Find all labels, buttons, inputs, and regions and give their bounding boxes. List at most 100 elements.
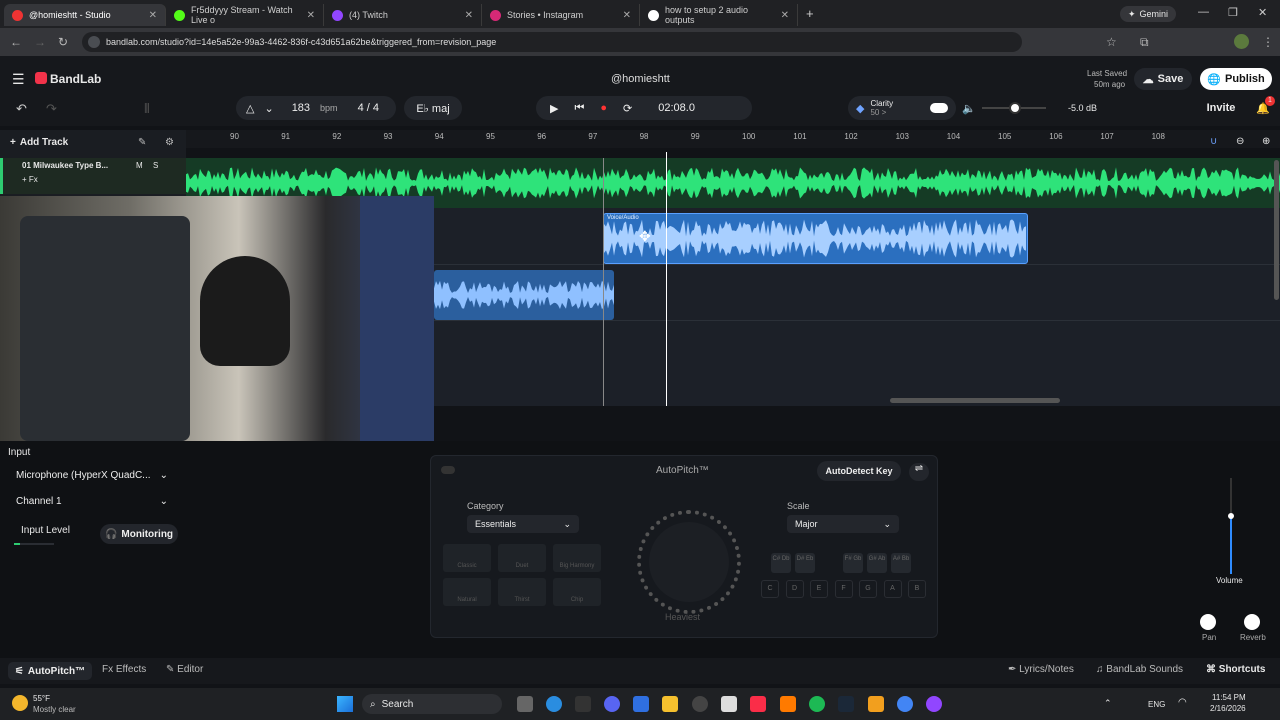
zoom-out-icon[interactable]: ⊖ <box>1236 136 1244 147</box>
language-indicator[interactable]: ENG <box>1148 700 1165 709</box>
epic-games-icon[interactable] <box>575 696 591 712</box>
spotify-icon[interactable] <box>809 696 825 712</box>
key-button[interactable]: C <box>761 580 779 598</box>
key-button[interactable]: D# Eb <box>795 553 815 573</box>
tab-google[interactable]: how to setup 2 audio outputs ✕ <box>640 4 798 26</box>
back-icon[interactable]: ← <box>10 35 22 49</box>
twitch-app-icon[interactable] <box>926 696 942 712</box>
key-button[interactable]: B <box>908 580 926 598</box>
clarity-toggle[interactable] <box>930 103 948 113</box>
key-button[interactable]: G# Ab <box>867 553 887 573</box>
master-volume-slider[interactable] <box>982 102 1046 114</box>
scale-select[interactable]: Major ⌄ <box>787 515 899 533</box>
clarity-control[interactable]: ◆ Clarity 50 > <box>848 96 956 120</box>
autopitch-toggle[interactable] <box>441 466 455 474</box>
profile-avatar[interactable] <box>1234 34 1249 49</box>
intensity-knob[interactable] <box>637 510 741 614</box>
pan-knob[interactable] <box>1200 614 1216 630</box>
timeline-ruler[interactable]: 90 91 92 93 94 95 96 97 98 99 100 101 102 103 104 105 10… <box>186 130 1280 148</box>
tray-chevron-icon[interactable]: ⌃ <box>1104 698 1112 709</box>
effect-preset-duet[interactable]: Duet <box>498 544 546 572</box>
calculator-icon[interactable] <box>721 696 737 712</box>
extensions-icon[interactable]: ⧉ <box>1140 35 1149 50</box>
record-icon[interactable]: ● <box>600 102 607 114</box>
effect-preset-big-harmony[interactable]: Big Harmony <box>553 544 601 572</box>
effect-preset-chip[interactable]: Chip <box>553 578 601 606</box>
metronome-icon[interactable]: △ <box>246 102 254 115</box>
reverb-knob[interactable] <box>1244 614 1260 630</box>
magnet-icon[interactable]: ∪ <box>1210 136 1217 147</box>
chevron-down-icon[interactable]: ⌄ <box>264 102 273 115</box>
key-button[interactable]: G <box>859 580 877 598</box>
weather-icon[interactable] <box>12 695 28 711</box>
key-button[interactable]: E <box>810 580 828 598</box>
key-button[interactable]: C# Db <box>771 553 791 573</box>
forward-icon[interactable]: → <box>34 35 46 49</box>
minimize-button[interactable]: — <box>1198 6 1209 18</box>
close-icon[interactable]: ✕ <box>465 10 473 21</box>
channel-select[interactable]: Channel 1 ⌄ <box>10 491 176 511</box>
windows-start-icon[interactable] <box>337 696 353 712</box>
save-button[interactable]: ☁ Save <box>1134 68 1192 90</box>
app-icon[interactable] <box>633 696 649 712</box>
slider-thumb[interactable] <box>1009 102 1021 114</box>
tab-effects[interactable]: Fx Effects <box>102 664 146 675</box>
close-icon[interactable]: ✕ <box>781 10 789 21</box>
tab-autopitch[interactable]: ⚟ AutoPitch™ <box>8 662 92 680</box>
volume-fader[interactable] <box>1228 478 1234 574</box>
loop-icon[interactable]: ⟳ <box>623 102 632 115</box>
key-button[interactable]: F <box>834 580 853 598</box>
monitoring-button[interactable]: 🎧 Monitoring <box>100 524 178 544</box>
settings-app-icon[interactable] <box>692 696 708 712</box>
category-select[interactable]: Essentials ⌄ <box>467 515 579 533</box>
discord-icon[interactable] <box>604 696 620 712</box>
wifi-icon[interactable]: ◠ <box>1178 697 1187 708</box>
url-field[interactable]: bandlab.com/studio?id=14e5a52e-99a3-4462… <box>82 32 1022 52</box>
effect-preset-classic[interactable]: Classic <box>443 544 491 572</box>
soundcloud-icon[interactable] <box>780 696 796 712</box>
publish-button[interactable]: 🌐 Publish <box>1200 68 1272 90</box>
clock-time[interactable]: 11:54 PM <box>1212 693 1246 702</box>
close-icon[interactable]: ✕ <box>149 10 157 21</box>
gemini-button[interactable]: ✦ Gemini <box>1120 6 1177 22</box>
horizontal-scrollbar[interactable] <box>890 398 1060 403</box>
key-button[interactable]: A# Bb <box>891 553 911 573</box>
key-selector[interactable]: E♭ maj <box>404 96 462 120</box>
file-explorer-icon[interactable] <box>662 696 678 712</box>
hamburger-icon[interactable]: ☰ <box>12 71 25 88</box>
effect-preset-natural[interactable]: Natural <box>443 578 491 606</box>
fl-studio-icon[interactable] <box>868 696 884 712</box>
menu-icon[interactable]: ⋮ <box>1262 35 1274 49</box>
maximize-button[interactable]: ❐ <box>1228 6 1238 19</box>
close-icon[interactable]: ✕ <box>307 10 315 21</box>
mute-button[interactable]: M <box>136 161 143 170</box>
close-icon[interactable]: ✕ <box>623 10 631 21</box>
chrome-icon[interactable] <box>897 696 913 712</box>
clock-date[interactable]: 2/16/2026 <box>1210 704 1246 713</box>
undo-icon[interactable]: ↶ <box>16 101 27 117</box>
tab-studio[interactable]: @homieshtt - Studio ✕ <box>4 4 166 26</box>
steam-icon[interactable] <box>838 696 854 712</box>
close-window-button[interactable]: ✕ <box>1258 6 1267 19</box>
track-1-name[interactable]: 01 Milwaukee Type B... <box>22 161 108 170</box>
taskbar-search[interactable]: ⌕ Search <box>362 694 502 714</box>
star-icon[interactable]: ☆ <box>1106 35 1117 49</box>
playhead[interactable] <box>666 152 667 406</box>
key-button[interactable]: D <box>785 580 804 598</box>
new-tab-button[interactable]: + <box>806 6 814 21</box>
settings-icon[interactable]: ⚙ <box>165 137 174 148</box>
solo-button[interactable]: S <box>153 161 158 170</box>
invite-button[interactable]: Invite <box>1200 96 1242 120</box>
mixer-icon[interactable]: ⦀ <box>144 101 150 117</box>
tab-editor[interactable]: ✎ Editor <box>166 664 203 675</box>
tab-instagram[interactable]: Stories • Instagram ✕ <box>482 4 640 26</box>
tab-stream[interactable]: Fr5ddyyy Stream - Watch Live o ✕ <box>166 4 324 26</box>
key-button[interactable]: A <box>883 580 902 598</box>
reload-icon[interactable]: ↻ <box>58 35 68 49</box>
skip-back-icon[interactable]: ⏮ <box>574 102 584 115</box>
task-view-icon[interactable] <box>517 696 533 712</box>
bandlab-sounds-button[interactable]: ♫ BandLab Sounds <box>1096 664 1183 675</box>
effect-preset-thirst[interactable]: Thirst <box>498 578 546 606</box>
site-info-icon[interactable] <box>88 36 100 48</box>
tab-twitch[interactable]: (4) Twitch ✕ <box>324 4 482 26</box>
